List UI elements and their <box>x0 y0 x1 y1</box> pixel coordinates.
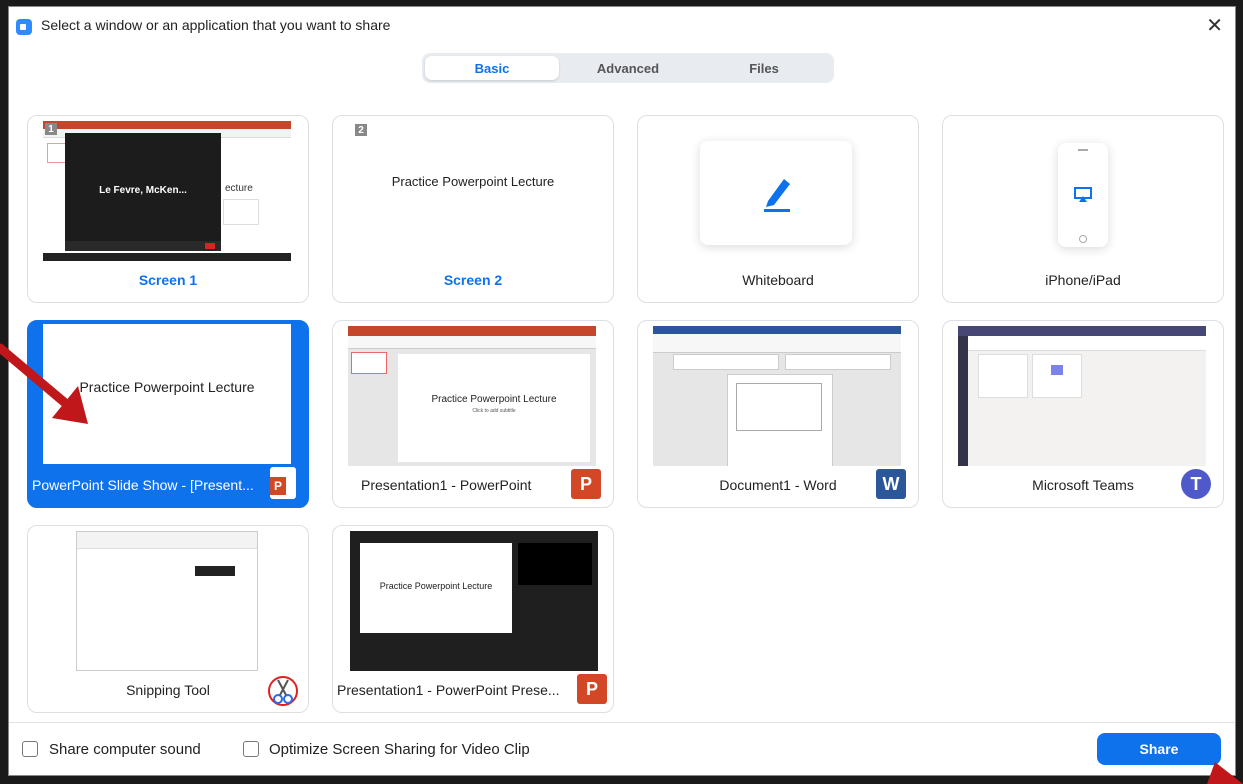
tab-advanced[interactable]: Advanced <box>561 56 695 80</box>
share-tile-screen-2[interactable]: 2 Practice Powerpoint Lecture Screen 2 <box>332 115 614 303</box>
meeting-participant-name: Le Fevre, McKen... <box>99 185 187 196</box>
optimize-video-label: Optimize Screen Sharing for Video Clip <box>269 741 530 758</box>
share-tile-iphone-ipad[interactable]: iPhone/iPad <box>942 115 1224 303</box>
screen-1-thumbnail: Le Fevre, McKen... ecture <box>43 121 291 261</box>
dialog-title: Select a window or an application that y… <box>41 17 391 33</box>
share-tile-document1-word[interactable]: Document1 - Word W <box>637 320 919 508</box>
airplay-icon <box>1074 187 1092 202</box>
annotation-arrow-corner-icon <box>1207 762 1243 784</box>
tile-label: Screen 2 <box>443 272 503 288</box>
pen-icon <box>764 179 790 212</box>
tab-basic[interactable]: Basic <box>425 56 559 80</box>
powerpoint-thumbnail: Practice Powerpoint Lecture Click to add… <box>348 326 596 466</box>
share-tile-whiteboard[interactable]: Whiteboard <box>637 115 919 303</box>
whiteboard-preview <box>700 141 852 245</box>
snipping-tool-icon <box>268 676 298 706</box>
share-tile-screen-1[interactable]: Le Fevre, McKen... ecture 1 Screen 1 <box>27 115 309 303</box>
snipping-tool-thumbnail <box>76 531 258 671</box>
powerpoint-icon: P <box>571 469 601 499</box>
tile-label: Whiteboard <box>742 272 814 288</box>
share-computer-sound-checkbox[interactable] <box>22 741 38 757</box>
annotation-arrow-icon <box>0 343 88 424</box>
footer-bar: Share computer sound Optimize Screen Sha… <box>9 722 1235 775</box>
zoom-logo-icon <box>16 19 32 35</box>
share-dialog: Select a window or an application that y… <box>8 6 1236 776</box>
powerpoint-show-icon: P <box>270 467 296 499</box>
share-tile-presentation1-powerpoint[interactable]: Practice Powerpoint Lecture Click to add… <box>332 320 614 508</box>
tab-bar: Basic Advanced Files <box>422 53 834 83</box>
teams-icon: T <box>1181 469 1211 499</box>
slide-title: Practice Powerpoint Lecture <box>431 394 557 405</box>
slide-title: Practice Powerpoint Lecture <box>379 581 493 591</box>
word-thumbnail <box>653 326 901 466</box>
presenter-view-thumbnail: Practice Powerpoint Lecture <box>350 531 598 671</box>
share-computer-sound-label: Share computer sound <box>49 741 201 758</box>
phone-preview <box>1058 143 1108 247</box>
word-icon: W <box>876 469 906 499</box>
title-bar: Select a window or an application that y… <box>9 7 1235 45</box>
tile-label: PowerPoint Slide Show - [Present... <box>32 477 254 493</box>
share-tile-snipping-tool[interactable]: Snipping Tool <box>27 525 309 713</box>
optimize-video-checkbox[interactable] <box>243 741 259 757</box>
teams-thumbnail <box>958 326 1206 466</box>
tile-label: Screen 1 <box>138 272 198 288</box>
close-icon[interactable]: ✕ <box>1206 13 1223 38</box>
tile-label: Presentation1 - PowerPoint Prese... <box>337 682 560 698</box>
powerpoint-presenter-icon: P <box>577 674 607 704</box>
slide-title-fragment: ecture <box>225 183 253 194</box>
share-tile-presentation1-presenter-view[interactable]: Practice Powerpoint Lecture Presentation… <box>332 525 614 713</box>
slide-title: Practice Powerpoint Lecture <box>391 174 555 189</box>
slide-subtitle: Click to add subtitle <box>472 408 516 414</box>
tile-label: iPhone/iPad <box>1045 272 1121 288</box>
tab-files[interactable]: Files <box>697 56 831 80</box>
share-tile-microsoft-teams[interactable]: Microsoft Teams T <box>942 320 1224 508</box>
screen-number-badge: 1 <box>45 123 57 135</box>
screen-number-badge: 2 <box>355 124 367 136</box>
